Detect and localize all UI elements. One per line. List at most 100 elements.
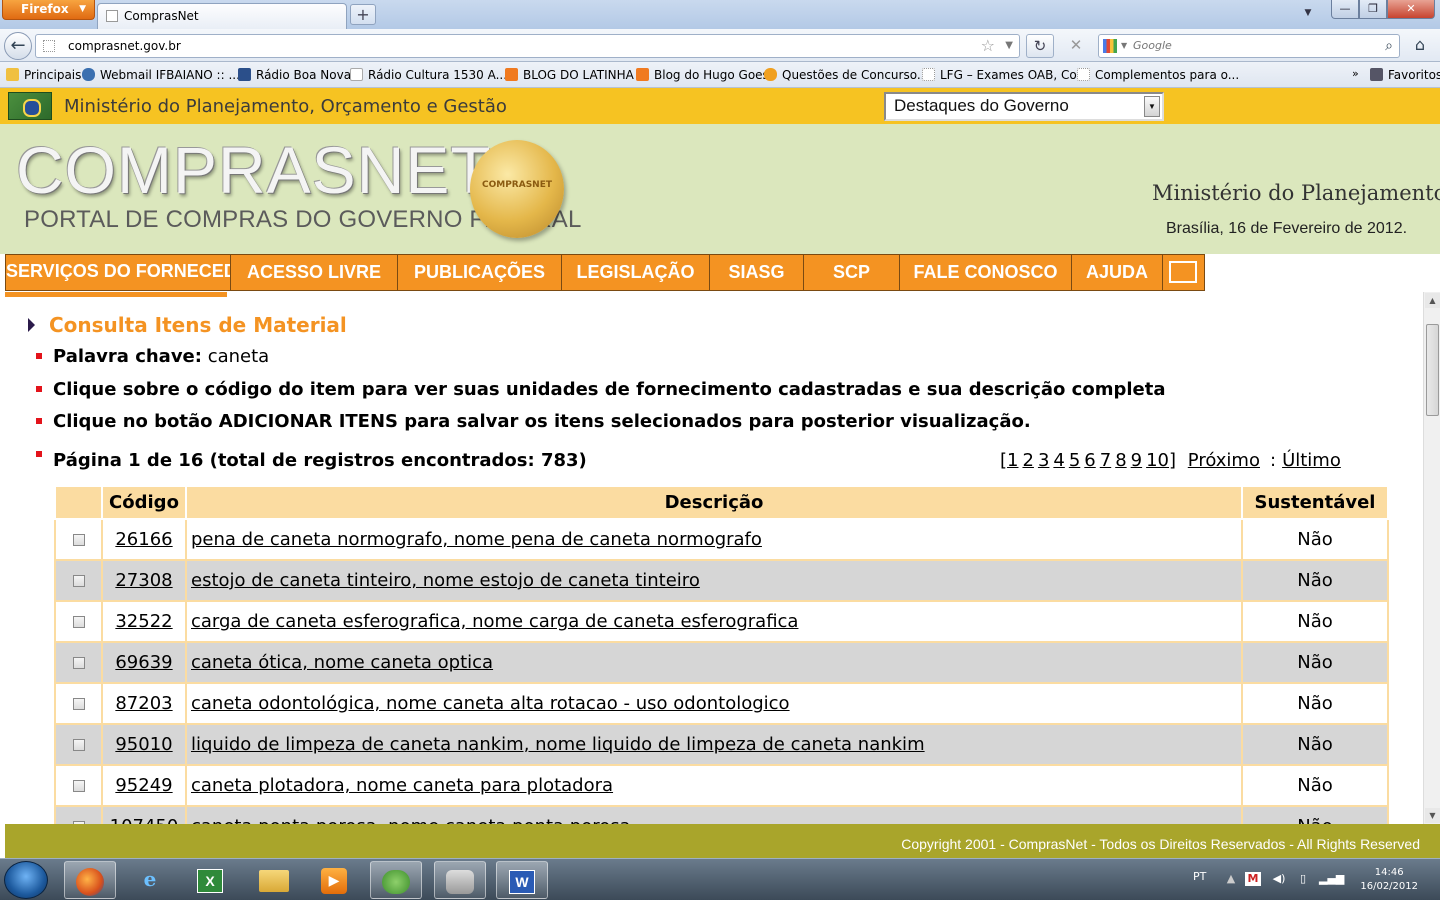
item-checkbox[interactable]	[72, 575, 85, 587]
item-code-link[interactable]: 69639	[115, 652, 172, 673]
destaques-select[interactable]: Destaques do Governo ▼	[884, 92, 1164, 121]
url-bar[interactable]: comprasnet.gov.br ☆ ▼	[35, 34, 1020, 58]
power-icon[interactable]: ▯	[1295, 872, 1311, 886]
vertical-scrollbar[interactable]: ▲ ▼	[1423, 292, 1440, 824]
bookmark-item[interactable]: Principais	[6, 67, 81, 83]
item-code-link[interactable]: 87203	[115, 693, 172, 714]
page-link-5[interactable]: 5	[1069, 450, 1080, 471]
item-code-link[interactable]: 32522	[115, 611, 172, 632]
table-row: 27308 estojo de caneta tinteiro, nome est…	[54, 559, 1389, 602]
item-description-link[interactable]: carga de caneta esferografica, nome carg…	[191, 611, 798, 632]
scrollbar-thumb[interactable]	[1426, 324, 1439, 416]
bookmark-item[interactable]: Complementos para o...	[1077, 67, 1239, 83]
browser-tab[interactable]: ComprasNet	[97, 3, 347, 29]
bookmark-item[interactable]: Rádio Cultura 1530 A...	[350, 67, 507, 83]
item-checkbox[interactable]	[72, 616, 85, 628]
tab-list-icon[interactable]: ▼	[1298, 8, 1318, 22]
bullet-icon	[36, 451, 42, 457]
menu-siasg[interactable]: SIASG	[710, 255, 804, 290]
bullet-icon	[36, 353, 42, 359]
stop-button[interactable]: ✕	[1062, 34, 1090, 58]
page-link-4[interactable]: 4	[1053, 450, 1064, 471]
tray-expand-icon[interactable]: ▲	[1223, 872, 1239, 886]
item-code-link[interactable]: 26166	[115, 529, 172, 550]
word-icon[interactable]: W	[496, 861, 548, 899]
page-link-10[interactable]: 10	[1146, 450, 1169, 471]
item-description-link[interactable]: caneta ótica, nome caneta optica	[191, 652, 493, 673]
google-engine-icon[interactable]	[1103, 39, 1117, 53]
volume-icon[interactable]: ◀)	[1271, 872, 1287, 886]
bookmark-item[interactable]: Webmail IFBAIANO :: ...	[82, 67, 240, 83]
page-link-7[interactable]: 7	[1100, 450, 1111, 471]
bookmark-item[interactable]: LFG – Exames OAB, Co...	[922, 67, 1088, 83]
item-description-link[interactable]: caneta plotadora, nome caneta para plota…	[191, 775, 613, 796]
chevron-down-icon[interactable]: ▼	[1121, 35, 1127, 57]
scroll-down-icon[interactable]: ▼	[1425, 808, 1440, 823]
comprasnet-logo[interactable]: COMPRASNET	[16, 130, 492, 210]
bookmark-item[interactable]: Blog do Hugo Goes	[636, 67, 769, 83]
menu-ajuda[interactable]: AJUDA	[1072, 255, 1163, 290]
item-description-link[interactable]: estojo de caneta tinteiro, nome estojo d…	[191, 570, 700, 591]
bookmark-favicon-icon	[764, 68, 777, 81]
favorites-button[interactable]: Favoritos	[1370, 67, 1440, 83]
firefox-menu-button[interactable]: Firefox ▼	[2, 0, 95, 20]
page-link-9[interactable]: 9	[1131, 450, 1142, 471]
back-button[interactable]: ←	[4, 32, 32, 60]
firefox-taskbar-icon[interactable]	[64, 861, 116, 899]
bookmark-item[interactable]: Questões de Concurso...	[764, 67, 928, 83]
bookmark-item[interactable]: Rádio Boa Nova	[238, 67, 351, 83]
item-checkbox[interactable]	[72, 780, 85, 792]
page-link-2[interactable]: 2	[1022, 450, 1033, 471]
maximize-button[interactable]: ❐	[1359, 0, 1387, 19]
item-description-link[interactable]: liquido de limpeza de caneta nankim, nom…	[191, 734, 925, 755]
table-row: 87203 caneta odontológica, nome caneta al…	[54, 682, 1389, 725]
search-input[interactable]: ▼ Google ⌕	[1098, 34, 1400, 58]
reload-button[interactable]: ↻	[1026, 34, 1054, 58]
site-identity-icon[interactable]	[43, 40, 55, 52]
menu-publicacoes[interactable]: PUBLICAÇÕES	[398, 255, 562, 290]
next-page-link[interactable]: Próximo	[1188, 450, 1260, 471]
folder-icon[interactable]	[248, 861, 300, 899]
system-clock[interactable]: 14:46 16/02/2012	[1360, 866, 1418, 894]
bookmarks-overflow-button[interactable]: »	[1352, 67, 1359, 80]
menu-fale-conosco[interactable]: FALE CONOSCO	[900, 255, 1072, 290]
menu-legislacao[interactable]: LEGISLAÇÃO	[562, 255, 710, 290]
scroll-up-icon[interactable]: ▲	[1425, 293, 1440, 308]
item-checkbox[interactable]	[72, 534, 85, 546]
language-indicator[interactable]: PT	[1193, 870, 1206, 883]
page-link-3[interactable]: 3	[1038, 450, 1049, 471]
item-description-link[interactable]: pena de caneta normografo, nome pena de …	[191, 529, 762, 550]
item-code-link[interactable]: 95010	[115, 734, 172, 755]
messenger-icon[interactable]	[370, 861, 422, 899]
item-code-link[interactable]: 95249	[115, 775, 172, 796]
minimize-button[interactable]: —	[1331, 0, 1359, 19]
screenshot-tool-icon[interactable]	[434, 861, 486, 899]
media-player-icon[interactable]: ▶	[308, 861, 360, 899]
page-link-1[interactable]: 1	[1007, 450, 1018, 471]
network-icon[interactable]: ▂▄▆	[1319, 872, 1344, 886]
home-icon[interactable]	[1164, 257, 1202, 288]
start-button[interactable]	[4, 861, 48, 899]
item-checkbox[interactable]	[72, 739, 85, 751]
menu-acesso-livre[interactable]: ACESSO LIVRE	[231, 255, 398, 290]
item-checkbox[interactable]	[72, 657, 85, 669]
item-checkbox[interactable]	[72, 698, 85, 710]
new-tab-button[interactable]: +	[350, 4, 376, 25]
search-icon[interactable]: ⌕	[1385, 35, 1393, 57]
gmail-notifier-icon[interactable]: M	[1245, 872, 1261, 886]
chevron-down-icon[interactable]: ▼	[1144, 96, 1160, 117]
excel-icon[interactable]: X	[184, 861, 236, 899]
close-button[interactable]: ✕	[1387, 0, 1435, 19]
url-history-dropdown-icon[interactable]: ▼	[1005, 35, 1013, 57]
menu-scp[interactable]: SCP	[804, 255, 900, 290]
bookmark-item[interactable]: BLOG DO LATINHA	[505, 67, 634, 83]
bookmark-star-icon[interactable]: ☆	[981, 35, 995, 57]
page-link-6[interactable]: 6	[1084, 450, 1095, 471]
home-button[interactable]: ⌂	[1406, 34, 1434, 58]
item-code-link[interactable]: 27308	[115, 570, 172, 591]
page-link-8[interactable]: 8	[1115, 450, 1126, 471]
menu-servicos-fornecedor[interactable]: SERVIÇOS DO FORNECEDOR	[6, 255, 231, 290]
last-page-link[interactable]: Último	[1282, 450, 1341, 471]
item-description-link[interactable]: caneta odontológica, nome caneta alta ro…	[191, 693, 790, 714]
internet-explorer-icon[interactable]: e	[124, 861, 176, 899]
